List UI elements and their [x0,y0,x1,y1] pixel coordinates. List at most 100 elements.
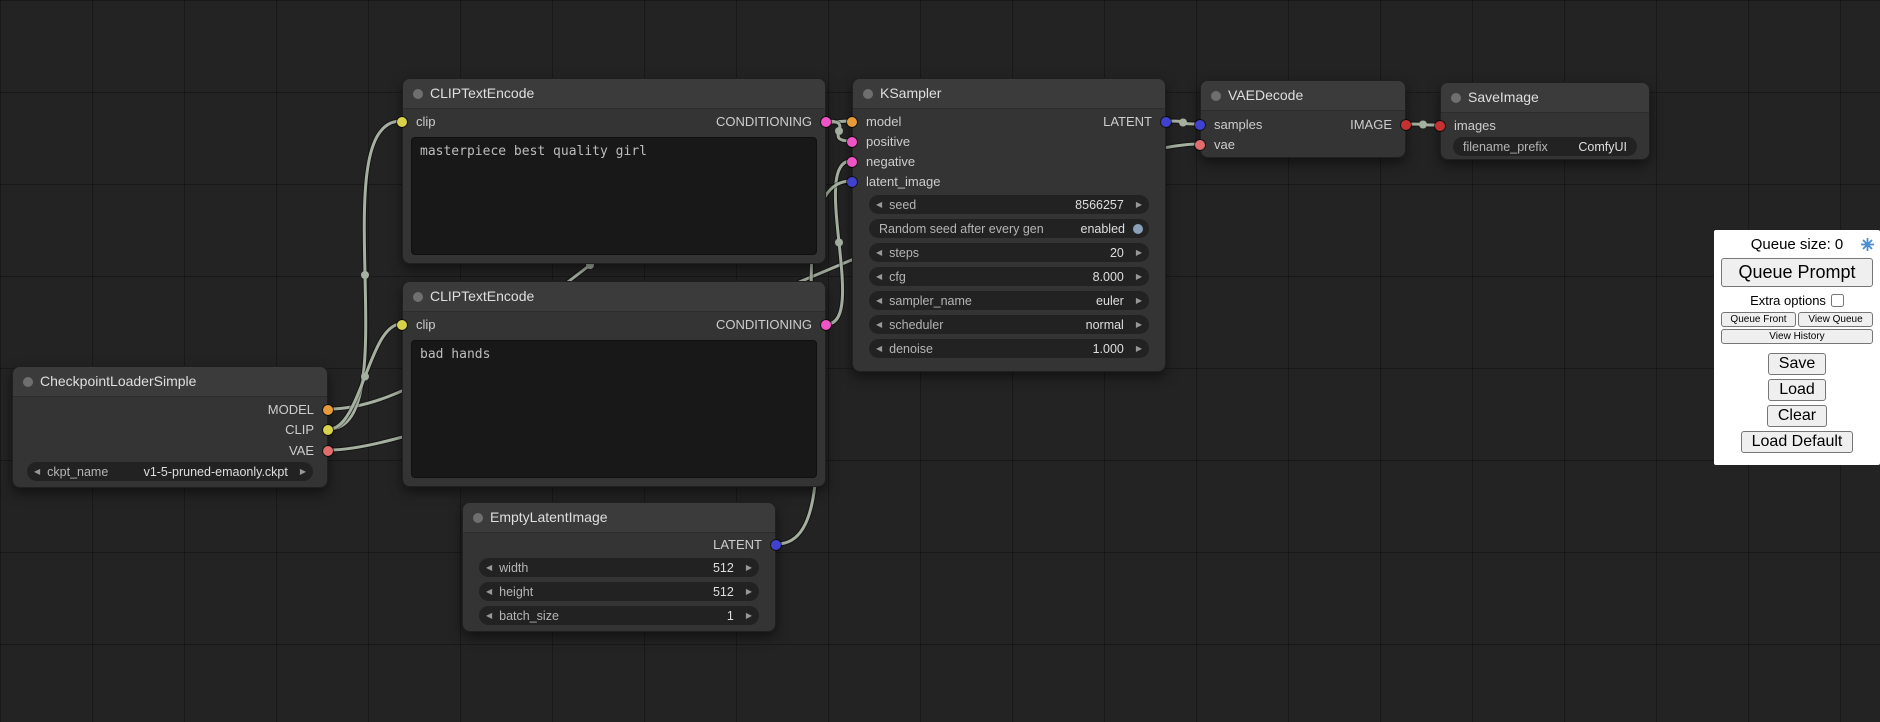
prompt-textarea[interactable]: masterpiece best quality girl [411,137,817,255]
link-midpoint-dot[interactable] [1419,121,1427,129]
collapse-dot-icon[interactable] [413,89,423,99]
input-port-clip-icon[interactable] [397,117,407,127]
increment-arrow-icon[interactable]: ▶ [1129,243,1149,262]
decrement-arrow-icon[interactable]: ◀ [869,315,889,334]
input-port-vae-icon[interactable] [1195,140,1205,150]
decrement-arrow-icon[interactable]: ◀ [869,243,889,262]
output-slot-latent: LATENT [463,535,775,555]
widget-cfg[interactable]: ◀ cfg 8.000 ▶ [869,267,1149,286]
node-clip-text-encode-negative[interactable]: CLIPTextEncode clip CONDITIONING bad han… [402,281,826,487]
node-title: SaveImage [1468,89,1539,105]
queue-prompt-button[interactable]: Queue Prompt [1721,258,1873,287]
decrement-arrow-icon[interactable]: ◀ [27,462,47,481]
widget-ckpt-name[interactable]: ◀ ckpt_name v1-5-pruned-emaonly.ckpt ▶ [27,462,313,481]
collapse-dot-icon[interactable] [863,89,873,99]
load-button[interactable]: Load [1768,379,1826,401]
node-title-bar[interactable]: CheckpointLoaderSimple [13,367,327,397]
increment-arrow-icon[interactable]: ▶ [1129,195,1149,214]
widget-seed-control[interactable]: Random seed after every gen enabled [869,219,1149,238]
increment-arrow-icon[interactable]: ▶ [1129,267,1149,286]
widget-filename-prefix[interactable]: filename_prefix ComfyUI [1453,137,1637,156]
node-title: EmptyLatentImage [490,509,608,525]
extra-options-row[interactable]: Extra options [1750,291,1844,309]
node-title-bar[interactable]: VAEDecode [1201,81,1405,111]
increment-arrow-icon[interactable]: ▶ [739,582,759,601]
output-port-image-icon[interactable] [1401,120,1411,130]
node-title-bar[interactable]: KSampler [853,79,1165,109]
input-port-model-icon[interactable] [847,117,857,127]
decrement-arrow-icon[interactable]: ◀ [869,291,889,310]
input-port-clip-icon[interactable] [397,320,407,330]
collapse-dot-icon[interactable] [413,292,423,302]
collapse-dot-icon[interactable] [1211,91,1221,101]
input-port-latent-icon[interactable] [1195,120,1205,130]
prompt-textarea[interactable]: bad hands [411,340,817,478]
link-midpoint-dot[interactable] [361,373,369,381]
output-port-conditioning-icon[interactable] [821,320,831,330]
node-checkpoint-loader-simple[interactable]: CheckpointLoaderSimple MODEL CLIP VAE ◀ … [12,366,328,488]
load-default-button[interactable]: Load Default [1741,431,1854,453]
extra-options-checkbox[interactable] [1831,294,1844,307]
increment-arrow-icon[interactable]: ▶ [1129,291,1149,310]
increment-arrow-icon[interactable]: ▶ [1129,315,1149,334]
decrement-arrow-icon[interactable]: ◀ [479,558,499,577]
widget-sampler-name[interactable]: ◀ sampler_name euler ▶ [869,291,1149,310]
node-vae-decode[interactable]: VAEDecode samples IMAGE vae [1200,80,1406,158]
queue-front-button[interactable]: Queue Front [1721,312,1796,327]
node-title-bar[interactable]: CLIPTextEncode [403,79,825,109]
input-port-latent-icon[interactable] [847,177,857,187]
decrement-arrow-icon[interactable]: ◀ [479,606,499,625]
widget-scheduler[interactable]: ◀ scheduler normal ▶ [869,315,1149,334]
input-port-conditioning-icon[interactable] [847,137,857,147]
output-port-latent-icon[interactable] [771,540,781,550]
widget-width[interactable]: ◀ width 512 ▶ [479,558,759,577]
input-port-conditioning-icon[interactable] [847,157,857,167]
link-midpoint-dot[interactable] [835,239,843,247]
link-midpoint-dot[interactable] [835,127,843,135]
node-title-bar[interactable]: EmptyLatentImage [463,503,775,533]
view-history-button[interactable]: View History [1721,329,1873,344]
decrement-arrow-icon[interactable]: ◀ [869,339,889,358]
widget-steps[interactable]: ◀ steps 20 ▶ [869,243,1149,262]
widget-height[interactable]: ◀ height 512 ▶ [479,582,759,601]
decrement-arrow-icon[interactable]: ◀ [479,582,499,601]
increment-arrow-icon[interactable]: ▶ [739,606,759,625]
decrement-arrow-icon[interactable]: ◀ [869,267,889,286]
view-queue-button[interactable]: View Queue [1798,312,1873,327]
output-port-model-icon[interactable] [323,405,333,415]
input-slot-images: images [1441,116,1649,136]
input-slot-latent-image: latent_image [853,172,1165,192]
increment-arrow-icon[interactable]: ▶ [739,558,759,577]
settings-icon[interactable] [1860,237,1875,252]
widget-denoise[interactable]: ◀ denoise 1.000 ▶ [869,339,1149,358]
node-title-bar[interactable]: SaveImage [1441,83,1649,113]
link-midpoint-dot[interactable] [1179,119,1187,127]
widget-seed[interactable]: ◀ seed 8566257 ▶ [869,195,1149,214]
input-port-image-icon[interactable] [1435,121,1445,131]
node-ksampler[interactable]: KSampler model LATENT positive negative … [852,78,1166,372]
comfy-menu-panel[interactable]: Queue size: 0 Queue Prompt Extra options… [1714,230,1880,465]
node-clip-text-encode-positive[interactable]: CLIPTextEncode clip CONDITIONING masterp… [402,78,826,264]
collapse-dot-icon[interactable] [23,377,33,387]
link-midpoint-dot[interactable] [361,271,369,279]
node-save-image[interactable]: SaveImage images filename_prefix ComfyUI [1440,82,1650,160]
queue-buttons-row: Queue Front View Queue [1721,312,1873,327]
output-port-clip-icon[interactable] [323,425,333,435]
output-port-latent-icon[interactable] [1161,117,1171,127]
output-port-conditioning-icon[interactable] [821,117,831,127]
input-slot-model: model LATENT [853,112,1165,132]
node-title-bar[interactable]: CLIPTextEncode [403,282,825,312]
widget-batch-size[interactable]: ◀ batch_size 1 ▶ [479,606,759,625]
graph-canvas[interactable]: CheckpointLoaderSimple MODEL CLIP VAE ◀ … [0,0,1880,722]
node-title: CLIPTextEncode [430,288,534,304]
increment-arrow-icon[interactable]: ▶ [293,462,313,481]
node-empty-latent-image[interactable]: EmptyLatentImage LATENT ◀ width 512 ▶ ◀ … [462,502,776,632]
decrement-arrow-icon[interactable]: ◀ [869,195,889,214]
collapse-dot-icon[interactable] [473,513,483,523]
increment-arrow-icon[interactable]: ▶ [1129,339,1149,358]
output-port-vae-icon[interactable] [323,446,333,456]
clear-button[interactable]: Clear [1767,405,1827,427]
toggle-enabled-icon[interactable] [1133,224,1143,234]
save-button[interactable]: Save [1768,353,1826,375]
collapse-dot-icon[interactable] [1451,93,1461,103]
